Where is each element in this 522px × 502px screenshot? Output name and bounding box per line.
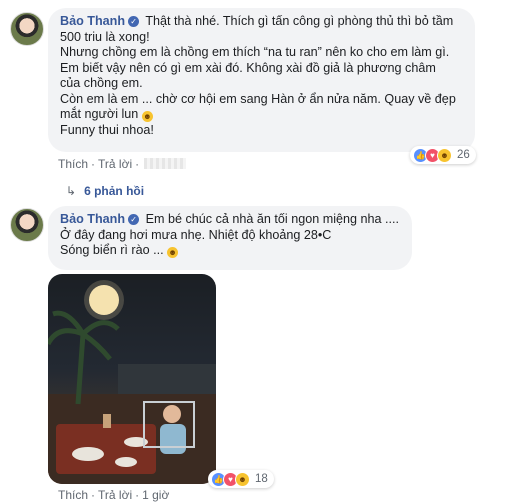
dining-table: [56, 424, 156, 474]
author-name[interactable]: Bảo Thanh: [60, 212, 125, 226]
blurred-timestamp: [144, 158, 187, 169]
like-link[interactable]: Thích: [58, 157, 88, 171]
reply-arrow-icon: ↳: [66, 184, 77, 198]
comment-text-line: Còn em là em ... chờ cơ hội em sang Hàn …: [60, 91, 456, 106]
avatar[interactable]: [10, 208, 44, 242]
reaction-summary[interactable]: 👍 ♥ ☻ 26: [410, 146, 476, 164]
reaction-count: 18: [255, 473, 268, 485]
attached-photo[interactable]: [48, 274, 216, 484]
glass: [103, 414, 111, 428]
comment-bubble: Bảo Thanh ✓ Em bé chúc cả nhà ăn tối ngon…: [48, 206, 412, 270]
view-replies-link[interactable]: ↳ 6 phản hồi: [66, 184, 144, 198]
comment-text-line: Sóng biển rì rào ...: [60, 243, 164, 257]
comment-text-line: Em biết vậy nên có gì em xài đó. Không x…: [60, 60, 436, 75]
replies-count-label: 6 phản hồi: [84, 184, 145, 198]
laughing-emoji-icon: ☻: [167, 247, 179, 258]
child-shirt: [160, 424, 186, 454]
railing: [118, 364, 216, 394]
child-head: [163, 405, 181, 423]
author-name[interactable]: Bảo Thanh: [60, 14, 125, 28]
restaurant-photo: [48, 280, 216, 484]
comment-text-line: Em bé chúc cả nhà ăn tối ngon miệng nha …: [145, 212, 400, 226]
palm-tree: [48, 310, 120, 405]
comment-text-line: 500 triu là xong!: [60, 29, 150, 44]
reply-link[interactable]: Trả lời: [98, 157, 132, 171]
reaction-summary[interactable]: 👍 ♥ ☻ 18: [208, 470, 274, 488]
avatar[interactable]: [10, 12, 44, 46]
comment-text-line: Funny thui nhoa!: [60, 122, 154, 137]
comment-bubble: Bảo Thanh ✓ Thật thà nhé. Thích gì tấn cô…: [48, 8, 475, 152]
comment-text-line: Thật thà nhé. Thích gì tấn công gì phòng…: [145, 14, 454, 28]
comment-text-line: của chồng em.: [60, 76, 143, 90]
plate: [115, 457, 137, 467]
comment-text-line: Nhưng chồng em là chồng em thích “na tu …: [60, 45, 450, 59]
comment-actions: Thích · Trả lời ·: [58, 157, 187, 171]
like-link[interactable]: Thích: [58, 488, 88, 502]
verified-badge-icon: ✓: [128, 16, 140, 27]
comment-text-line: mắt người lun: [60, 107, 139, 121]
verified-badge-icon: ✓: [128, 214, 140, 225]
reply-link[interactable]: Trả lời: [98, 488, 132, 502]
plate: [72, 447, 104, 461]
reaction-count: 26: [457, 149, 470, 161]
haha-reaction-icon: ☻: [437, 147, 452, 163]
laughing-emoji-icon: ☻: [141, 111, 153, 122]
comment-text-line: Ở đây đang hơi mưa nhẹ. Nhiệt độ khoảng …: [60, 227, 332, 242]
comment-actions: Thích · Trả lời · 1 giờ: [58, 488, 170, 502]
comment-timestamp[interactable]: 1 giờ: [142, 488, 169, 502]
haha-reaction-icon: ☻: [235, 471, 250, 487]
